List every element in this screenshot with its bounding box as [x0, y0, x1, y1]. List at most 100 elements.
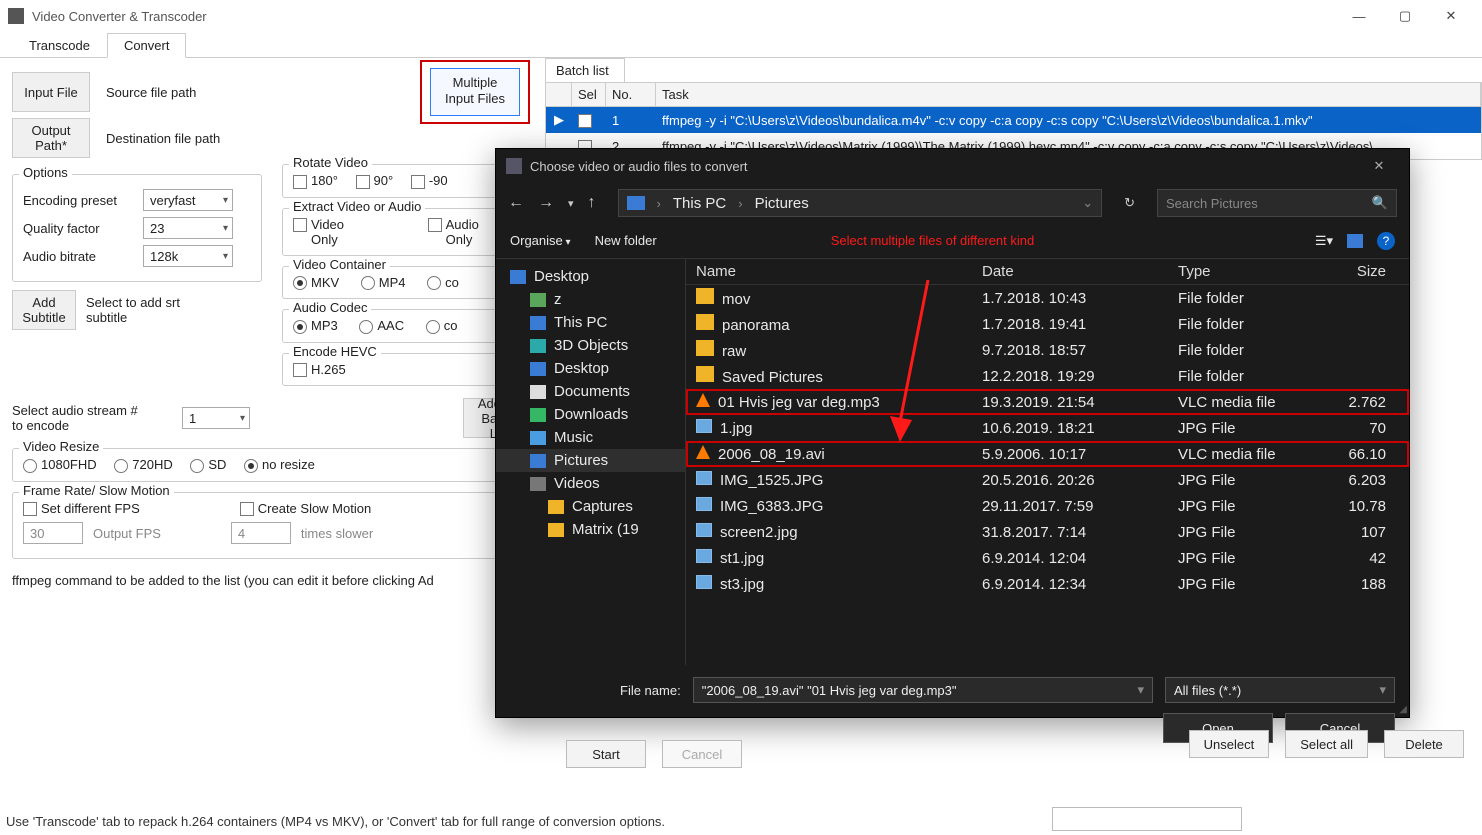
unselect-button[interactable]: Unselect [1189, 730, 1270, 758]
filename-input[interactable]: "2006_08_19.avi" "01 Hvis jeg var deg.mp… [693, 677, 1153, 703]
tree-desktop[interactable]: Desktop [496, 265, 685, 288]
file-row[interactable]: raw9.7.2018. 18:57File folder [686, 337, 1409, 363]
file-row[interactable]: mov1.7.2018. 10:43File folder [686, 285, 1409, 311]
refresh-button[interactable]: ↻ [1124, 195, 1135, 211]
selectall-button[interactable]: Select all [1285, 730, 1368, 758]
maximize-button[interactable]: ▢ [1382, 0, 1428, 32]
mkv-radio[interactable]: MKV [293, 275, 339, 290]
slow-motion-check[interactable]: Create Slow Motion [240, 501, 371, 517]
input-file-button[interactable]: Input File [12, 72, 90, 112]
nav-history-button[interactable]: ▾ [568, 197, 574, 210]
breadcrumb[interactable]: › This PC › Pictures ⌄ [618, 189, 1103, 217]
col-size-header[interactable]: Size [1326, 263, 1386, 280]
fps-input[interactable]: 30 [23, 522, 83, 544]
file-row[interactable]: 01 Hvis jeg var deg.mp319.3.2019. 21:54V… [686, 389, 1409, 415]
h265-check[interactable]: H.265 [293, 362, 346, 377]
tree-desktop2[interactable]: Desktop [496, 357, 685, 380]
breadcrumb-thispc[interactable]: This PC [673, 195, 726, 212]
codec-co-radio[interactable]: co [426, 318, 458, 333]
tree-downloads[interactable]: Downloads [496, 403, 685, 426]
nav-up-button[interactable]: ↑ [588, 194, 596, 212]
container-co-radio[interactable]: co [427, 275, 459, 290]
file-row[interactable]: panorama1.7.2018. 19:41File folder [686, 311, 1409, 337]
resize-1080-radio[interactable]: 1080FHD [23, 457, 97, 472]
slow-hint: times slower [301, 526, 373, 541]
annotation-text: Select multiple files of different kind [831, 233, 1035, 248]
tree-documents[interactable]: Documents [496, 380, 685, 403]
file-row[interactable]: screen2.jpg31.8.2017. 7:14JPG File107 [686, 519, 1409, 545]
fps-hint: Output FPS [93, 526, 161, 541]
options-group: Options Encoding presetveryfast Quality … [12, 174, 262, 282]
quality-combo[interactable]: 23 [143, 217, 233, 239]
delete-button[interactable]: Delete [1384, 730, 1464, 758]
audiobr-label: Audio bitrate [23, 249, 133, 264]
file-row[interactable]: IMG_6383.JPG29.11.2017. 7:59JPG File10.7… [686, 493, 1409, 519]
view-mode-button[interactable]: ☰▾ [1315, 233, 1333, 249]
rotate-180-check[interactable]: 180° [293, 173, 338, 188]
annotation-highlight [420, 60, 530, 124]
close-button[interactable]: ✕ [1428, 0, 1474, 32]
slow-input[interactable]: 4 [231, 522, 291, 544]
add-subtitle-button[interactable]: Add Subtitle [12, 290, 76, 330]
audio-only-check[interactable]: Audio Only [428, 217, 479, 232]
video-only-check[interactable]: Video Only [293, 217, 344, 232]
resize-group: Video Resize 1080FHD 720HD SD no resize [12, 448, 533, 482]
audiostream-combo[interactable]: 1 [182, 407, 250, 429]
help-icon[interactable]: ? [1377, 232, 1395, 250]
col-type-header[interactable]: Type [1178, 263, 1326, 280]
nav-forward-button[interactable]: → [538, 194, 554, 212]
rotate-neg90-check[interactable]: -90 [411, 173, 448, 188]
resize-sd-radio[interactable]: SD [190, 457, 226, 472]
col-task[interactable]: Task [656, 83, 1481, 106]
minimize-button[interactable]: — [1336, 0, 1382, 32]
col-sel[interactable]: Sel [572, 83, 606, 106]
tree-matrix[interactable]: Matrix (19 [496, 518, 685, 541]
tree-user[interactable]: z [496, 288, 685, 311]
file-row[interactable]: st1.jpg6.9.2014. 12:04JPG File42 [686, 545, 1409, 571]
tree-music[interactable]: Music [496, 426, 685, 449]
col-name-header[interactable]: Name [696, 263, 982, 280]
output-path-button[interactable]: Output Path* [12, 118, 90, 158]
row-checkbox[interactable] [578, 114, 592, 128]
aac-radio[interactable]: AAC [359, 318, 404, 333]
nav-back-button[interactable]: ← [508, 194, 524, 212]
mp4-radio[interactable]: MP4 [361, 275, 406, 290]
tree-thispc[interactable]: This PC [496, 311, 685, 334]
organise-menu[interactable]: Organise [510, 233, 571, 248]
col-date-header[interactable]: Date [982, 263, 1178, 280]
file-row[interactable]: IMG_1525.JPG20.5.2016. 20:26JPG File6.20… [686, 467, 1409, 493]
tab-transcode[interactable]: Transcode [12, 33, 107, 58]
status-field [1052, 807, 1242, 831]
file-row[interactable]: 2006_08_19.avi5.9.2006. 10:17VLC media f… [686, 441, 1409, 467]
chevron-down-icon[interactable]: ⌄ [1082, 195, 1093, 211]
resize-720-radio[interactable]: 720HD [114, 457, 172, 472]
tab-convert[interactable]: Convert [107, 33, 187, 58]
start-button[interactable]: Start [566, 740, 646, 768]
tree-captures[interactable]: Captures [496, 495, 685, 518]
file-row[interactable]: Saved Pictures12.2.2018. 19:29File folde… [686, 363, 1409, 389]
dialog-close-button[interactable]: ✕ [1359, 151, 1399, 181]
filetype-select[interactable]: All files (*.*)▾ [1165, 677, 1395, 703]
batch-cancel-button[interactable]: Cancel [662, 740, 742, 768]
fps-group: Frame Rate/ Slow Motion Set different FP… [12, 492, 533, 560]
resize-grip[interactable]: ◢ [1399, 704, 1407, 715]
rotate-90-check[interactable]: 90° [356, 173, 394, 188]
tree-videos[interactable]: Videos [496, 472, 685, 495]
file-row[interactable]: 1.jpg10.6.2019. 18:21JPG File70 [686, 415, 1409, 441]
tree-3dobjects[interactable]: 3D Objects [496, 334, 685, 357]
breadcrumb-pictures[interactable]: Pictures [755, 195, 809, 212]
col-no[interactable]: No. [606, 83, 656, 106]
file-row[interactable]: st3.jpg6.9.2014. 12:34JPG File188 [686, 571, 1409, 597]
batch-row[interactable]: ▶ 1 ffmpeg -y -i "C:\Users\z\Videos\bund… [546, 107, 1481, 133]
audiobr-combo[interactable]: 128k [143, 245, 233, 267]
tree-pictures[interactable]: Pictures [496, 449, 685, 472]
search-input[interactable]: Search Pictures 🔍 [1157, 189, 1397, 217]
preset-combo[interactable]: veryfast [143, 189, 233, 211]
preview-pane-button[interactable] [1347, 234, 1363, 248]
titlebar: Video Converter & Transcoder — ▢ ✕ [0, 0, 1482, 32]
resize-none-radio[interactable]: no resize [244, 457, 315, 472]
status-bar-text: Use 'Transcode' tab to repack h.264 cont… [6, 814, 665, 829]
new-folder-button[interactable]: New folder [595, 233, 657, 248]
mp3-radio[interactable]: MP3 [293, 318, 338, 333]
set-fps-check[interactable]: Set different FPS [23, 501, 140, 517]
